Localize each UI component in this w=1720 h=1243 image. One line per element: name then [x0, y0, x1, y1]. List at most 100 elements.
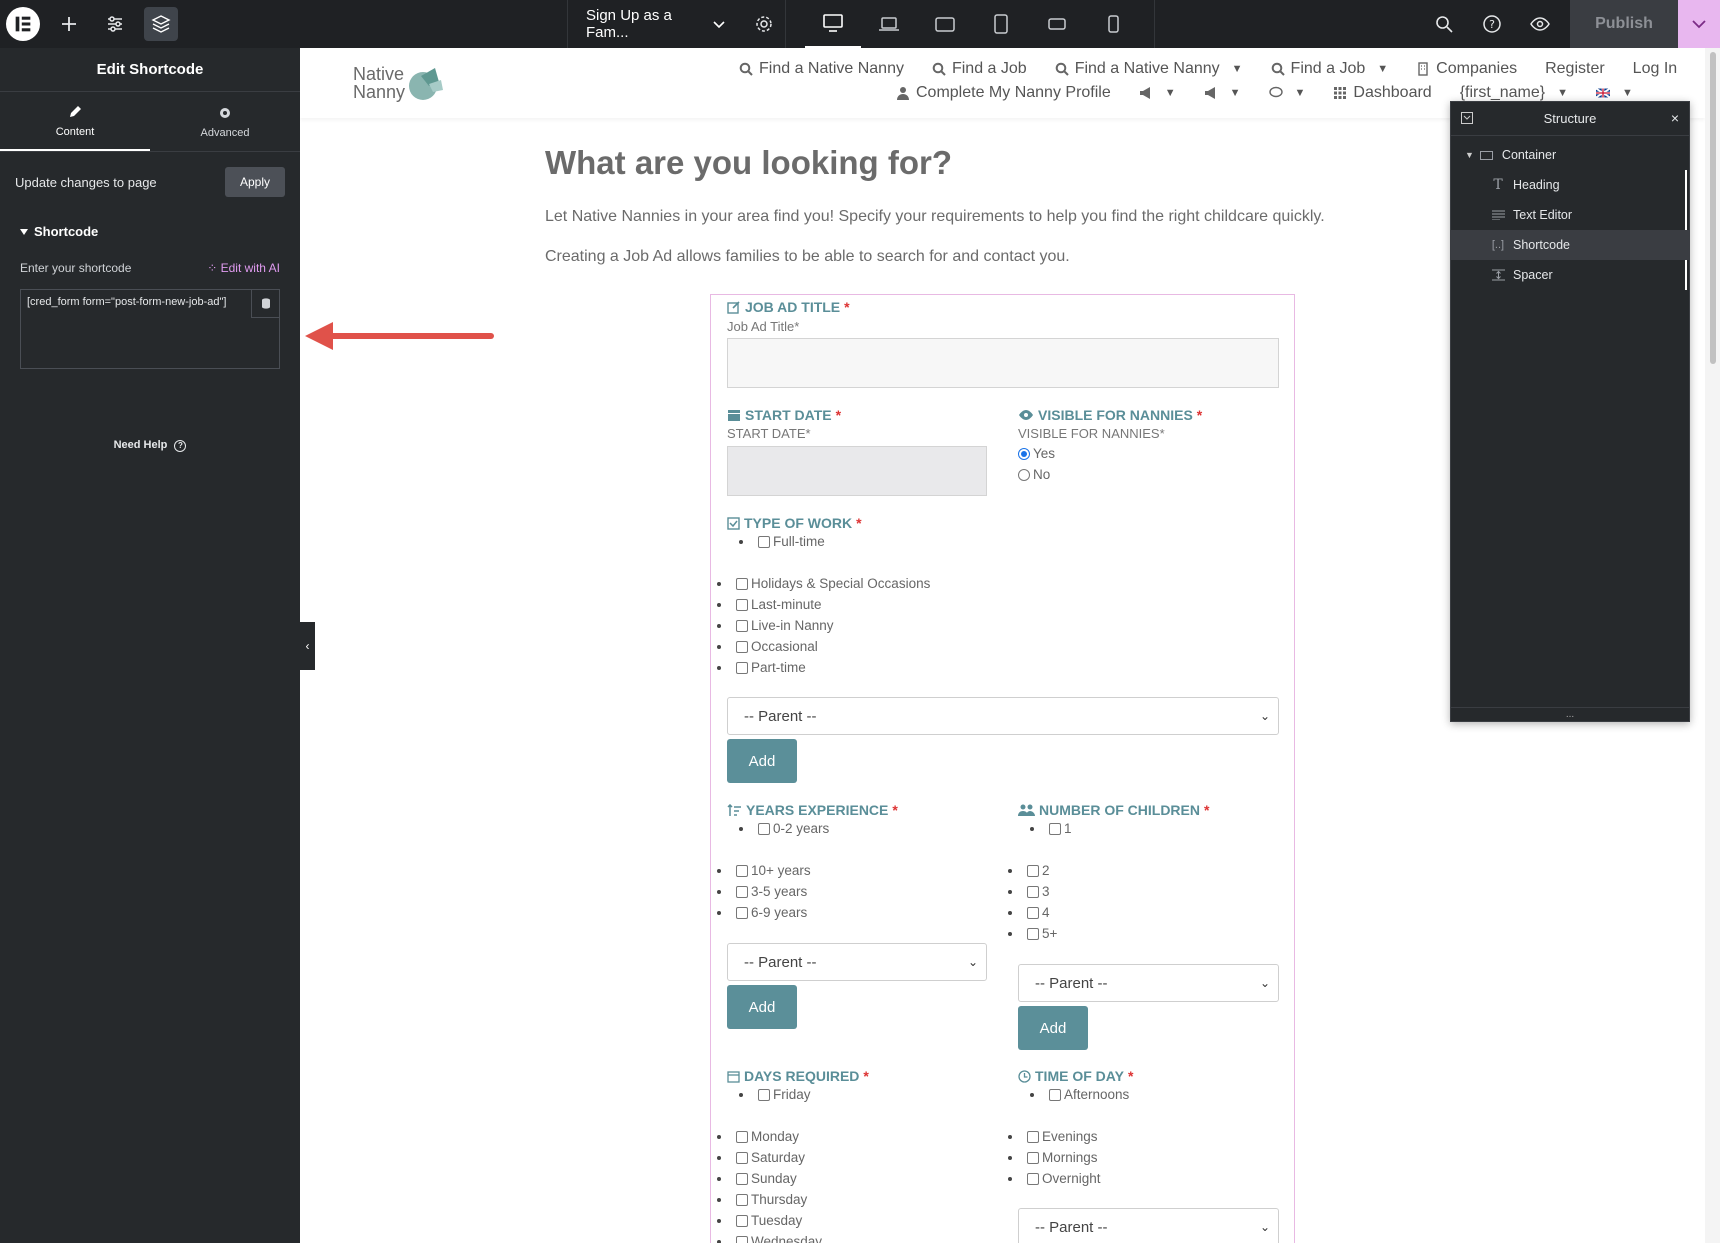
checkbox-icon	[727, 516, 740, 530]
label-text: VISIBLE FOR NANNIES	[1038, 407, 1193, 423]
years-option[interactable]: 3-5 years	[717, 884, 807, 899]
option-label: 0-2 years	[773, 821, 830, 836]
edit-with-ai-button[interactable]: ⁘ Edit with AI	[207, 261, 280, 275]
type-of-work-option[interactable]: Holidays & Special Occasions	[717, 576, 930, 591]
years-option[interactable]: 10+ years	[717, 863, 811, 878]
dynamic-tags-button[interactable]	[251, 290, 279, 318]
publish-options-button[interactable]	[1678, 0, 1720, 48]
nav-announcements-1[interactable]: ▼	[1125, 84, 1190, 102]
type-of-work-option[interactable]: Occasional	[717, 639, 818, 654]
site-settings-button[interactable]	[92, 0, 138, 48]
children-option[interactable]: 2	[1008, 863, 1050, 878]
nav-find-job-dropdown[interactable]: Find a Job ▼	[1257, 60, 1403, 78]
nav-announcements-2[interactable]: ▼	[1190, 84, 1255, 102]
bullet	[739, 1092, 743, 1097]
option-label: No	[1033, 467, 1051, 482]
scrollbar-thumb[interactable]	[1710, 52, 1716, 364]
time-option[interactable]: Evenings	[1008, 1129, 1098, 1144]
children-add-button[interactable]: Add	[1018, 1006, 1088, 1050]
caret-down-icon: ▼	[1557, 87, 1568, 99]
device-mobile-button[interactable]	[1085, 0, 1141, 48]
caret-down-icon: ▼	[1465, 150, 1474, 160]
nav-login[interactable]: Log In	[1619, 60, 1691, 78]
close-structure-button[interactable]: ×	[1671, 110, 1679, 126]
days-option[interactable]: Sunday	[717, 1171, 797, 1186]
structure-item-spacer[interactable]: Spacer	[1451, 260, 1689, 290]
page-selector[interactable]: Sign Up as a Fam...	[567, 0, 737, 48]
structure-resize-handle[interactable]: ...	[1451, 707, 1689, 721]
type-of-work-option[interactable]: Part-time	[717, 660, 806, 675]
shortcode-icon: [..]	[1491, 239, 1505, 251]
days-option[interactable]: Saturday	[717, 1150, 805, 1165]
page-settings-button[interactable]	[742, 0, 786, 48]
type-of-work-option[interactable]: Live-in Nanny	[717, 618, 834, 633]
collapse-structure-button[interactable]	[1461, 112, 1473, 127]
type-of-work-option[interactable]: Full-time	[739, 534, 825, 549]
nav-find-native-nanny[interactable]: Find a Native Nanny	[725, 60, 918, 78]
time-option[interactable]: Overnight	[1008, 1171, 1101, 1186]
preview-button[interactable]	[1516, 0, 1564, 48]
site-logo[interactable]: Native Nanny	[353, 60, 463, 106]
start-date-input[interactable]	[727, 446, 987, 496]
nav-complete-profile[interactable]: Complete My Nanny Profile	[882, 84, 1125, 102]
device-mobile-landscape-button[interactable]	[1029, 0, 1085, 48]
job-title-input[interactable]	[727, 338, 1279, 388]
years-option[interactable]: 0-2 years	[739, 821, 829, 836]
children-option[interactable]: 4	[1008, 905, 1050, 920]
option-label: 3-5 years	[751, 884, 808, 899]
days-option[interactable]: Tuesday	[717, 1213, 802, 1228]
help-button[interactable]: ?	[1468, 0, 1516, 48]
add-element-button[interactable]	[46, 0, 92, 48]
structure-item-text-editor[interactable]: Text Editor	[1451, 200, 1689, 230]
structure-toggle-button[interactable]	[138, 0, 184, 48]
nav-language[interactable]: ▼	[1582, 84, 1647, 102]
collapse-panel-button[interactable]: ‹	[300, 622, 315, 670]
visible-no-radio[interactable]: No	[1018, 467, 1050, 482]
time-option[interactable]: Afternoons	[1030, 1087, 1129, 1102]
visible-yes-radio[interactable]: Yes	[1018, 446, 1055, 461]
days-option[interactable]: Monday	[717, 1129, 799, 1144]
structure-item-shortcode[interactable]: [..] Shortcode	[1451, 230, 1689, 260]
structure-item-container[interactable]: ▼ Container	[1451, 140, 1689, 170]
need-help-link[interactable]: Need Help ?	[0, 439, 300, 452]
years-add-button[interactable]: Add	[727, 985, 797, 1029]
type-of-work-add-button[interactable]: Add	[727, 739, 797, 783]
device-laptop-button[interactable]	[861, 0, 917, 48]
elementor-logo-button[interactable]	[0, 0, 46, 48]
days-option[interactable]: Friday	[739, 1087, 811, 1102]
nav-find-native-nanny-dropdown[interactable]: Find a Native Nanny ▼	[1041, 60, 1257, 78]
type-of-work-option[interactable]: Last-minute	[717, 597, 822, 612]
shortcode-textarea[interactable]: [cred_form form="post-form-new-job-ad"]	[20, 289, 280, 369]
nav-register[interactable]: Register	[1531, 60, 1619, 78]
time-option[interactable]: Mornings	[1008, 1150, 1098, 1165]
option-label: Occasional	[751, 639, 818, 654]
type-of-work-parent-select[interactable]: -- Parent -- ⌄	[727, 697, 1279, 735]
nav-user-menu[interactable]: {first_name} ▼	[1446, 84, 1582, 102]
days-option[interactable]: Thursday	[717, 1192, 807, 1207]
structure-item-heading[interactable]: T Heading	[1451, 170, 1689, 200]
apply-button[interactable]: Apply	[224, 167, 285, 197]
days-option[interactable]: Wednesday	[717, 1234, 822, 1243]
device-desktop-button[interactable]	[805, 0, 861, 48]
section-shortcode-toggle[interactable]: Shortcode	[0, 212, 300, 251]
nav-companies[interactable]: Companies	[1402, 60, 1531, 78]
children-option[interactable]: 3	[1008, 884, 1050, 899]
search-button[interactable]	[1420, 0, 1468, 48]
time-parent-select[interactable]: -- Parent -- ⌄	[1018, 1208, 1279, 1243]
device-tablet-button[interactable]	[973, 0, 1029, 48]
children-parent-select[interactable]: -- Parent -- ⌄	[1018, 964, 1279, 1002]
years-option[interactable]: 6-9 years	[717, 905, 807, 920]
nav-messages[interactable]: ▼	[1255, 84, 1320, 102]
nav-dashboard[interactable]: Dashboard	[1319, 84, 1445, 102]
children-option[interactable]: 1	[1030, 821, 1072, 836]
caret-down-icon: ▼	[1377, 63, 1389, 75]
caret-down-icon: ▼	[1229, 87, 1241, 99]
shortcode-value: [cred_form form="post-form-new-job-ad"]	[27, 296, 227, 308]
children-option[interactable]: 5+	[1008, 926, 1057, 941]
nav-find-job[interactable]: Find a Job	[918, 60, 1041, 78]
device-tablet-landscape-button[interactable]	[917, 0, 973, 48]
tab-content[interactable]: Content	[0, 92, 150, 151]
tab-advanced[interactable]: Advanced	[150, 92, 300, 151]
years-parent-select[interactable]: -- Parent -- ⌄	[727, 943, 987, 981]
publish-button[interactable]: Publish	[1570, 0, 1678, 48]
